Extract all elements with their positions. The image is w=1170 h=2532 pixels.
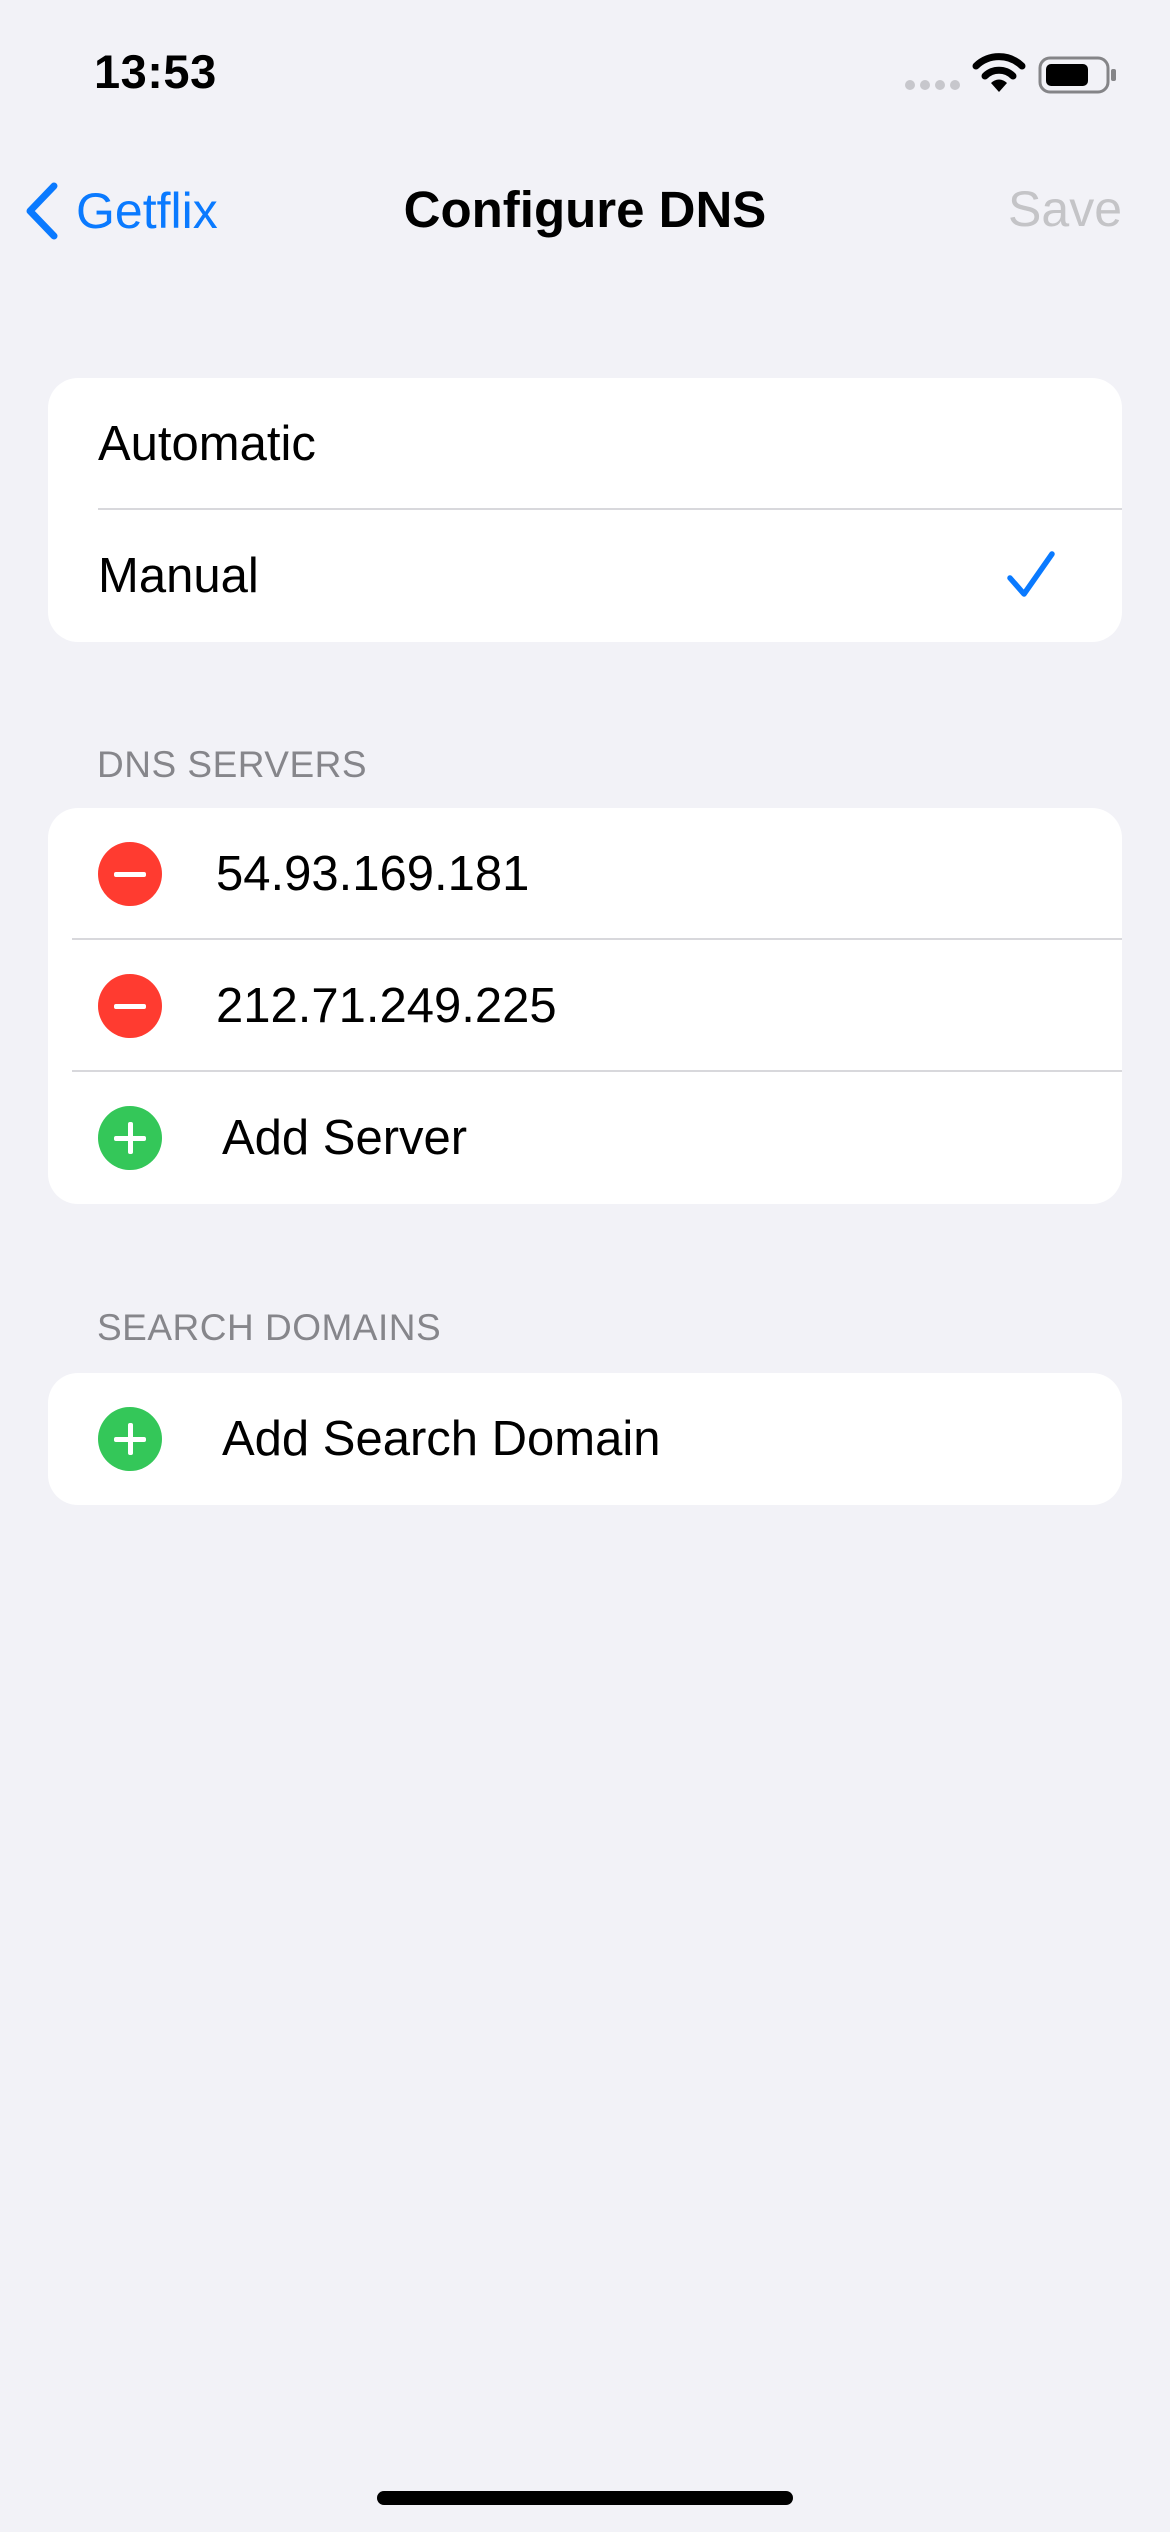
configure-dns-screen: 13:53 Getflix Configure DNS Save Automat… bbox=[0, 0, 1170, 2532]
remove-server-button[interactable] bbox=[98, 842, 162, 906]
home-indicator[interactable] bbox=[377, 2491, 793, 2505]
add-server-row[interactable]: Add Server bbox=[48, 1072, 1122, 1204]
mode-option-label: Automatic bbox=[98, 417, 316, 471]
add-server-button[interactable] bbox=[98, 1106, 162, 1170]
dns-server-row[interactable]: 212.71.249.225 bbox=[48, 940, 1122, 1072]
checkmark-icon bbox=[1007, 551, 1055, 597]
dns-server-row[interactable]: 54.93.169.181 bbox=[48, 808, 1122, 940]
minus-icon bbox=[114, 872, 146, 877]
add-search-domain-row[interactable]: Add Search Domain bbox=[48, 1373, 1122, 1505]
add-search-domain-label: Add Search Domain bbox=[222, 1412, 661, 1466]
navigation-bar: Getflix Configure DNS Save bbox=[0, 160, 1170, 260]
page-title: Configure DNS bbox=[403, 181, 767, 238]
mode-option-automatic[interactable]: Automatic bbox=[48, 378, 1122, 510]
dns-server-address[interactable]: 212.71.249.225 bbox=[216, 978, 557, 1034]
dns-mode-group: Automatic Manual bbox=[48, 378, 1122, 642]
battery-icon bbox=[1038, 56, 1116, 94]
remove-server-button[interactable] bbox=[98, 974, 162, 1038]
save-button[interactable]: Save bbox=[1008, 180, 1122, 238]
signal-icon bbox=[905, 80, 960, 90]
add-search-domain-button[interactable] bbox=[98, 1407, 162, 1471]
add-server-label: Add Server bbox=[222, 1111, 468, 1165]
search-domains-header: SEARCH DOMAINS bbox=[97, 1307, 442, 1348]
mode-option-label: Manual bbox=[98, 549, 259, 603]
dns-servers-header: DNS SERVERS bbox=[97, 744, 368, 785]
wifi-icon bbox=[972, 53, 1026, 92]
plus-icon-vertical bbox=[128, 1423, 133, 1455]
minus-icon bbox=[114, 1004, 146, 1009]
mode-option-manual[interactable]: Manual bbox=[48, 510, 1122, 642]
search-domains-group: Add Search Domain bbox=[48, 1373, 1122, 1505]
status-time: 13:53 bbox=[94, 45, 217, 98]
dns-server-address[interactable]: 54.93.169.181 bbox=[216, 846, 529, 902]
status-bar: 13:53 bbox=[0, 0, 1170, 150]
dns-servers-group: 54.93.169.181 212.71.249.225 Add Server bbox=[48, 808, 1122, 1204]
plus-icon-vertical bbox=[128, 1122, 133, 1154]
